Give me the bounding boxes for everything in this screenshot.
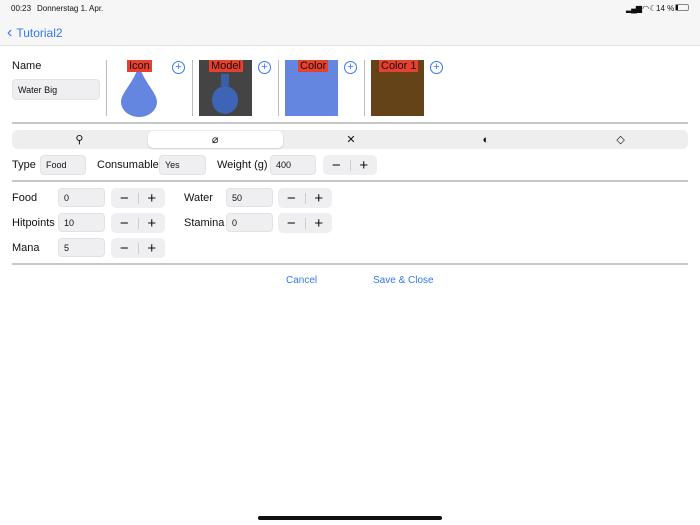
divider [364, 60, 365, 116]
food-input[interactable]: 0 [58, 188, 105, 207]
status-time: 00:23 [11, 4, 32, 13]
water-input[interactable]: 50 [226, 188, 273, 207]
signal-wifi-icon: ▂▄▆ ◠ ☾ [626, 4, 657, 13]
stamina-stepper[interactable]: − + [278, 213, 332, 233]
stamina-input[interactable]: 0 [226, 213, 273, 232]
plus-button[interactable]: + [139, 240, 166, 257]
tab-tag[interactable]: ◇ [553, 130, 688, 149]
plus-button[interactable]: + [306, 215, 333, 232]
leaf-icon: ⌀ [211, 134, 219, 146]
weight-stepper[interactable]: − + [323, 155, 377, 175]
divider [192, 60, 193, 116]
hitpoints-label: Hitpoints [12, 217, 55, 229]
tab-key[interactable]: ⚲ [12, 130, 147, 149]
consumable-input[interactable]: Yes [159, 155, 206, 175]
plus-button[interactable]: + [139, 190, 166, 207]
water-label: Water [184, 192, 213, 204]
minus-button[interactable]: − [111, 190, 138, 207]
save-close-button[interactable]: Save & Close [373, 275, 434, 286]
divider [12, 180, 688, 182]
tab-leaf[interactable]: ⌀ [147, 131, 283, 148]
back-label: Tutorial2 [16, 26, 63, 40]
cancel-button[interactable]: Cancel [286, 275, 317, 286]
color1-label: Color 1 [379, 60, 419, 72]
stamina-label: Stamina [184, 217, 225, 229]
minus-button[interactable]: − [278, 215, 305, 232]
model-label: Model [209, 60, 243, 72]
plus-button[interactable]: + [139, 215, 166, 232]
chevron-left-icon: ‹ [7, 24, 13, 41]
hitpoints-stepper[interactable]: − + [111, 213, 165, 233]
battery-percent: 14 % [656, 4, 675, 13]
minus-button[interactable]: − [111, 240, 138, 257]
divider [278, 60, 279, 116]
weight-input[interactable]: 400 [270, 155, 316, 175]
home-indicator[interactable] [258, 516, 442, 520]
shield-icon: ◐ [482, 133, 490, 146]
divider [106, 60, 107, 116]
back-button[interactable]: ‹ Tutorial2 [7, 24, 63, 42]
crossed-swords-icon: ✕ [346, 134, 356, 146]
mana-stepper[interactable]: − + [111, 238, 165, 258]
add-color1-button[interactable]: + [430, 61, 443, 74]
divider [12, 122, 688, 124]
add-model-button[interactable]: + [258, 61, 271, 74]
minus-button[interactable]: − [111, 215, 138, 232]
plus-button[interactable]: + [351, 157, 378, 174]
status-date: Donnerstag 1. Apr. [37, 4, 104, 13]
minus-button[interactable]: − [278, 190, 305, 207]
type-label: Type [12, 159, 36, 171]
add-icon-button[interactable]: + [172, 61, 185, 74]
type-input[interactable]: Food [40, 155, 86, 175]
add-color-button[interactable]: + [344, 61, 357, 74]
icon-label: Icon [127, 60, 152, 72]
consumable-label: Consumable [97, 159, 159, 171]
category-segmented-control[interactable]: ⚲ ⌀ ✕ ◐ ◇ [12, 130, 688, 149]
color-label: Color [298, 60, 329, 72]
tag-icon: ◇ [616, 134, 625, 146]
weight-label: Weight (g) [217, 159, 268, 171]
plus-button[interactable]: + [306, 190, 333, 207]
battery-icon [675, 4, 689, 11]
navigation-bar [0, 0, 700, 46]
tab-shield[interactable]: ◐ [418, 130, 553, 149]
mana-label: Mana [12, 242, 40, 254]
hitpoints-input[interactable]: 10 [58, 213, 105, 232]
key-icon: ⚲ [75, 134, 84, 146]
minus-button[interactable]: − [323, 157, 350, 174]
food-label: Food [12, 192, 38, 204]
food-stepper[interactable]: − + [111, 188, 165, 208]
water-stepper[interactable]: − + [278, 188, 332, 208]
mana-input[interactable]: 5 [58, 238, 105, 257]
name-input[interactable]: Water Big [12, 79, 100, 100]
divider [12, 263, 688, 265]
name-label: Name [12, 60, 42, 72]
tab-weapon[interactable]: ✕ [284, 130, 419, 149]
